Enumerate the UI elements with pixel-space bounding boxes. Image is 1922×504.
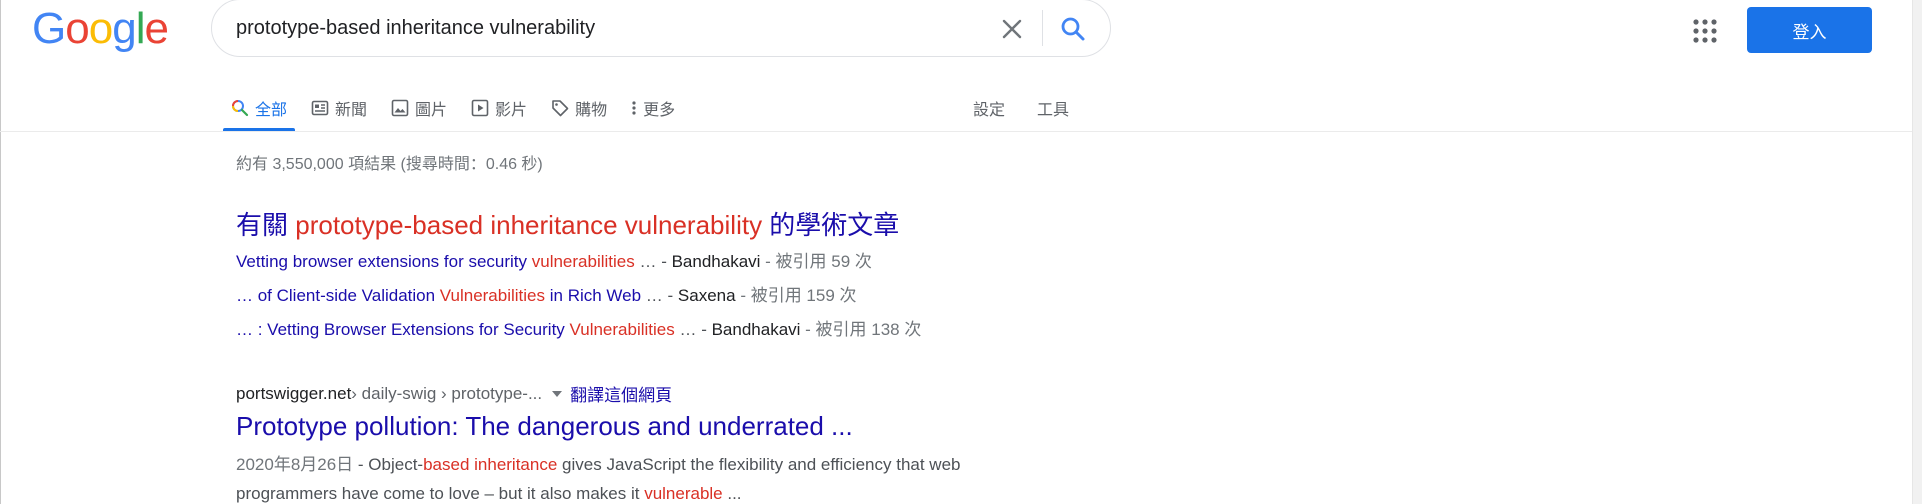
- result-title-link[interactable]: Prototype pollution: The dangerous and u…: [236, 411, 853, 442]
- scholar-article-link[interactable]: … of Client-side Validation Vulnerabilit…: [236, 286, 641, 305]
- article-author-link[interactable]: Bandhakavi: [712, 320, 801, 339]
- scholar-article-row: … of Client-side Validation Vulnerabilit…: [236, 281, 857, 306]
- tab-label: 更多: [643, 102, 676, 119]
- snippet-highlight: based inheritance: [423, 455, 558, 474]
- google-logo[interactable]: Google: [32, 4, 169, 54]
- article-title-text: … of Client-side Validation: [236, 286, 440, 305]
- tab-all[interactable]: 全部: [223, 88, 296, 131]
- tag-icon: [552, 100, 569, 117]
- signin-button[interactable]: 登入: [1747, 7, 1872, 53]
- snippet-text: - Object-: [353, 455, 424, 474]
- result-date: 2020年8月26日: [236, 455, 354, 474]
- scholar-article-link[interactable]: … : Vetting Browser Extensions for Secur…: [236, 320, 675, 339]
- scholar-heading-suffix: 的學術文章: [762, 210, 900, 240]
- result-stats: 約有 3,550,000 項結果 (搜尋時間：0.46 秒): [236, 156, 543, 173]
- search-box-divider: [1042, 10, 1043, 46]
- video-icon: [471, 99, 489, 117]
- article-title-text: in Rich Web: [545, 286, 642, 305]
- tab-label: 圖片: [415, 102, 448, 119]
- tab-label: 全部: [255, 102, 288, 119]
- search-tabs: 全部 新聞 圖片 影片 購物 更多: [223, 88, 691, 132]
- article-title-text: Vetting browser extensions for security: [236, 252, 532, 271]
- logo-letter: e: [144, 4, 169, 53]
- scholar-article-row: Vetting browser extensions for security …: [236, 247, 872, 272]
- search-input[interactable]: [236, 14, 996, 42]
- tab-settings[interactable]: 設定: [973, 88, 1005, 128]
- article-title-text: … : Vetting Browser Extensions for Secur…: [236, 320, 570, 339]
- scholar-heading-prefix: 有關: [236, 210, 296, 240]
- tab-more[interactable]: 更多: [623, 88, 683, 128]
- result-snippet: 2020年8月26日 - Object-based inheritance gi…: [236, 450, 1056, 504]
- clear-search-button[interactable]: [996, 13, 1028, 45]
- logo-letter: G: [32, 4, 66, 53]
- tab-label: 影片: [495, 102, 528, 119]
- logo-letter: o: [88, 4, 114, 53]
- scholar-heading-query: prototype-based inheritance vulnerabilit…: [295, 210, 763, 240]
- article-citations: - 被引用 59 次: [760, 252, 872, 271]
- tab-images[interactable]: 圖片: [383, 88, 455, 128]
- image-icon: [391, 99, 409, 117]
- close-icon: [1002, 19, 1022, 39]
- tab-videos[interactable]: 影片: [463, 88, 535, 128]
- article-separator: … -: [641, 286, 678, 305]
- article-author-link[interactable]: Saxena: [678, 286, 736, 305]
- tab-shopping[interactable]: 購物: [543, 88, 615, 128]
- dropdown-arrow-icon[interactable]: [552, 390, 563, 397]
- result-domain: portswigger.net: [236, 383, 352, 403]
- news-icon: [311, 100, 329, 116]
- snippet-text: ...: [722, 484, 742, 503]
- search-box: [211, 0, 1111, 57]
- scrollbar[interactable]: [1912, 0, 1922, 504]
- scholar-heading-link[interactable]: 有關 prototype-based inheritance vulnerabi…: [236, 205, 899, 242]
- translate-page-link[interactable]: 翻譯這個網頁: [570, 381, 672, 406]
- article-separator: … -: [634, 252, 672, 271]
- logo-letter: o: [65, 4, 90, 53]
- tabs-divider: [0, 131, 1912, 132]
- logo-letter: g: [112, 4, 137, 53]
- tab-tools[interactable]: 工具: [1037, 88, 1069, 128]
- article-title-highlight: vulnerabilities: [531, 252, 635, 271]
- article-title-highlight: Vulnerabilities: [569, 320, 675, 339]
- tab-label: 新聞: [335, 102, 368, 119]
- more-vert-icon: [632, 101, 636, 115]
- scholar-article-row: … : Vetting Browser Extensions for Secur…: [236, 315, 921, 340]
- snippet-highlight: vulnerable: [644, 484, 723, 503]
- google-apps-button[interactable]: [1690, 16, 1720, 46]
- article-citations: - 被引用 159 次: [735, 286, 857, 305]
- tab-news[interactable]: 新聞: [303, 88, 375, 128]
- search-icon: [1061, 17, 1085, 41]
- apps-grid-icon: [1693, 19, 1717, 43]
- result-path: › daily-swig › prototype-...: [351, 383, 543, 403]
- tab-label: 購物: [575, 102, 608, 119]
- article-separator: … -: [674, 320, 712, 339]
- article-citations: - 被引用 138 次: [800, 320, 922, 339]
- article-author-link[interactable]: Bandhakavi: [672, 252, 761, 271]
- scholar-article-link[interactable]: Vetting browser extensions for security …: [236, 252, 635, 271]
- result-breadcrumb: portswigger.net › daily-swig › prototype…: [236, 381, 672, 406]
- search-button[interactable]: [1056, 12, 1090, 46]
- search-icon: [232, 100, 249, 117]
- article-title-highlight: Vulnerabilities: [439, 286, 546, 305]
